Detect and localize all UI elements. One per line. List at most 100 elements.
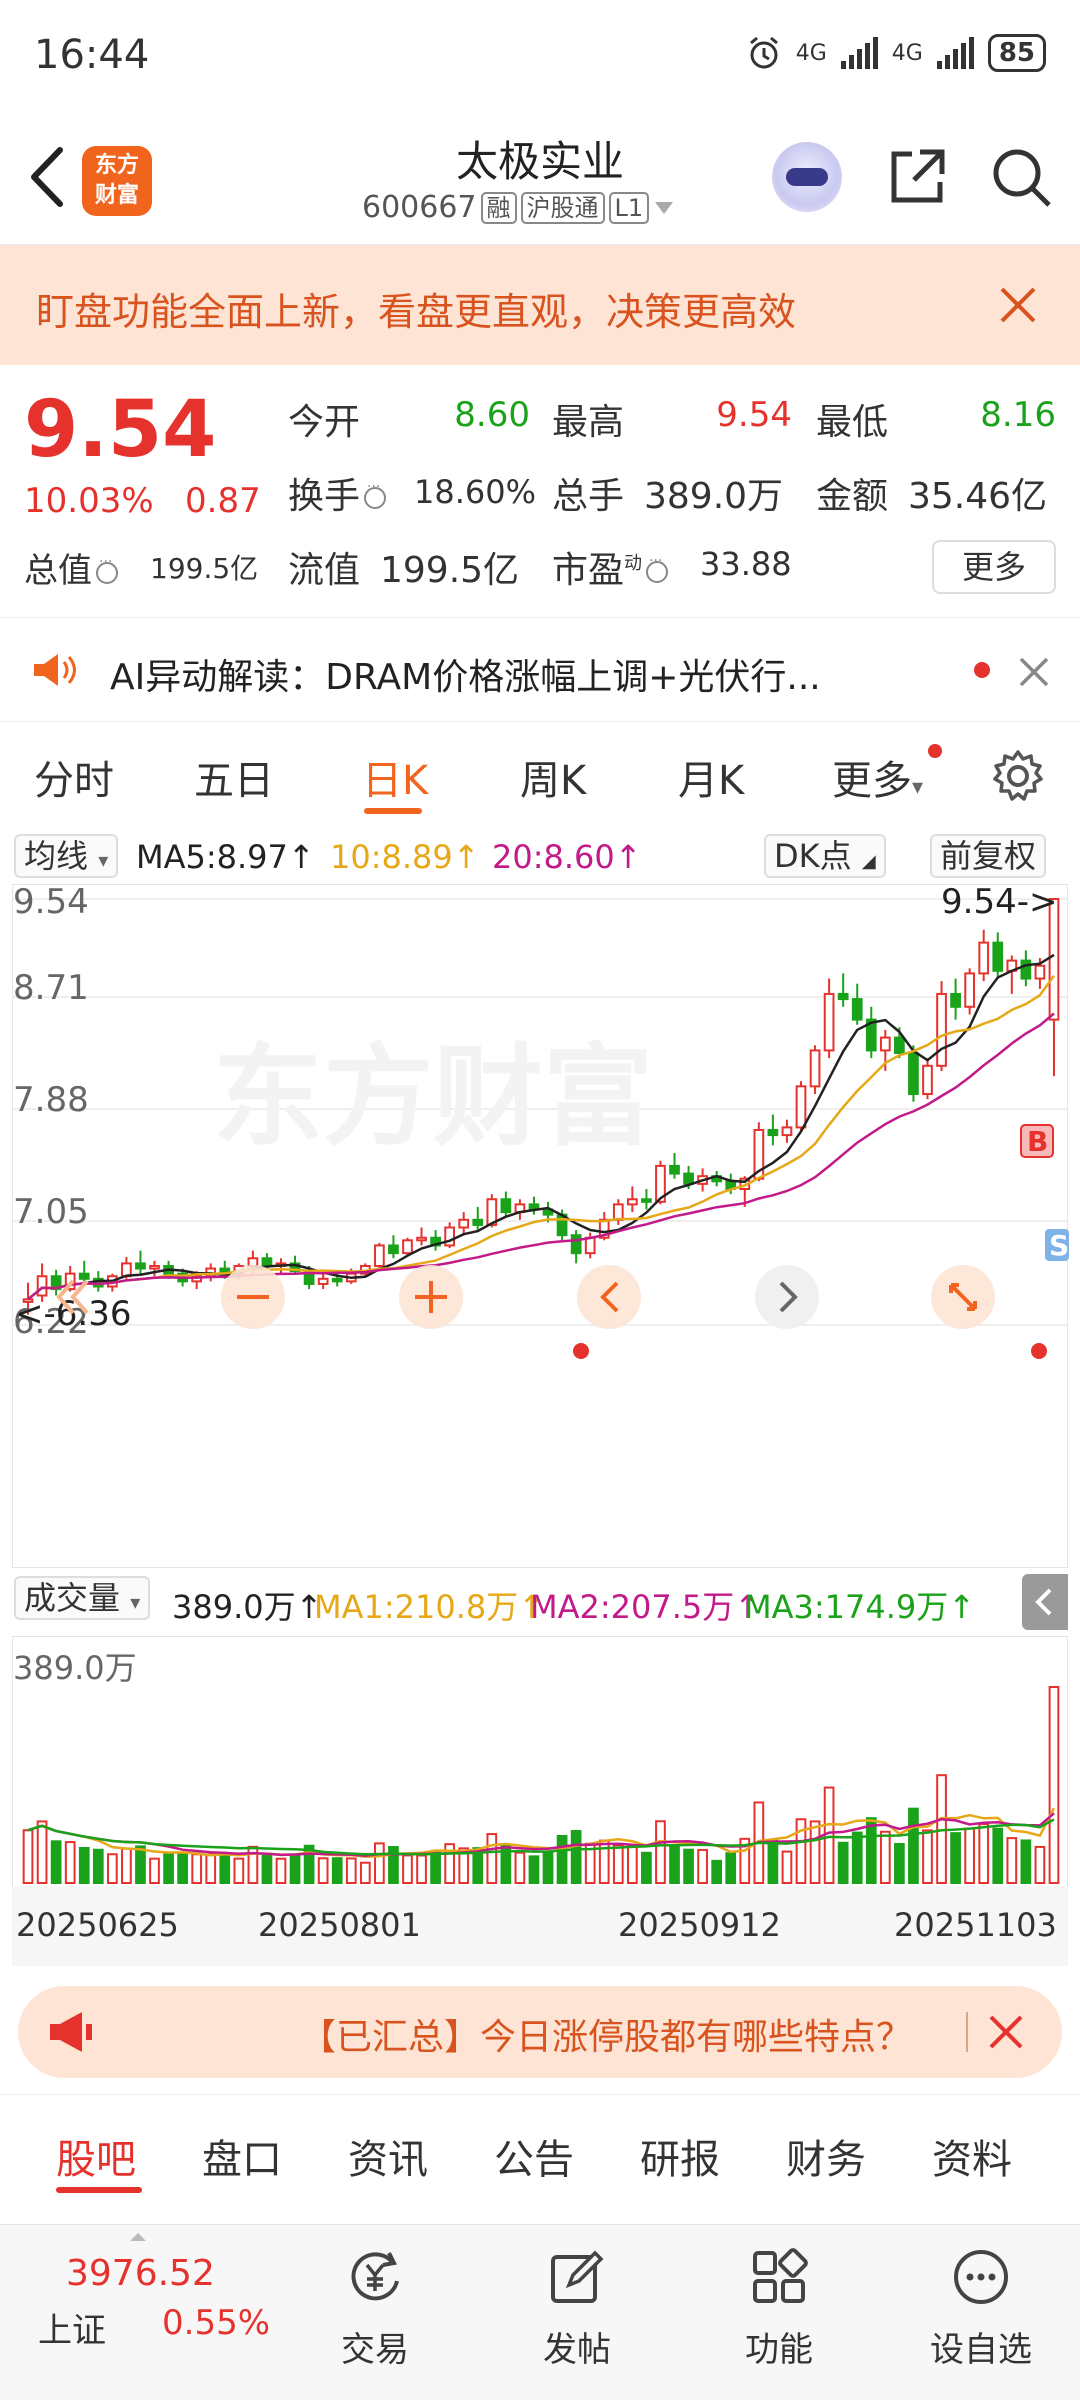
- tab-financials[interactable]: 财务: [786, 2127, 866, 2185]
- close-icon[interactable]: [986, 2012, 1026, 2052]
- current-price: 9.54: [24, 385, 217, 475]
- info-icon[interactable]: [646, 553, 669, 583]
- tab-five-day[interactable]: 五日: [194, 748, 274, 806]
- candle: [261, 1257, 273, 1267]
- tab-daily-k[interactable]: 日K: [362, 748, 428, 806]
- volume-bar: [697, 1848, 708, 1885]
- dk-point-button[interactable]: DK点 ◢: [764, 834, 886, 878]
- active-tab-indicator: [56, 2187, 142, 2193]
- candle: [584, 1236, 596, 1255]
- close-icon[interactable]: [1016, 654, 1052, 690]
- tab-monthly-k[interactable]: 月K: [678, 748, 744, 806]
- pe-superscript: 动: [624, 553, 643, 574]
- tab-profile[interactable]: 资料: [932, 2127, 1012, 2185]
- volume-bar: [556, 1835, 568, 1885]
- nav-post[interactable]: 发帖: [512, 2235, 642, 2371]
- candle: [669, 1164, 680, 1175]
- volume-bar: [374, 1842, 385, 1885]
- search-icon[interactable]: [988, 144, 1054, 210]
- volume-bar: [978, 1823, 990, 1885]
- volume-chart[interactable]: 389.0万: [12, 1636, 1068, 1886]
- zoom-in-button[interactable]: [399, 1265, 463, 1329]
- pe-label: 市盈动: [552, 541, 672, 593]
- stock-header: 东方 财富 太极实业 600667 融 沪股通 L1: [0, 120, 1080, 245]
- scroll-left-button[interactable]: [577, 1265, 641, 1329]
- info-icon[interactable]: [96, 554, 118, 584]
- news-ticker[interactable]: 【已汇总】今日涨停股都有哪些特点？: [18, 1986, 1062, 2078]
- event-dot: [1031, 1343, 1047, 1359]
- tab-research[interactable]: 研报: [640, 2127, 720, 2185]
- kline-chart[interactable]: 东方财富 9.54 8.71 7.88 7.05 6.22 9.54-> <-6…: [12, 882, 1069, 1568]
- tab-forum[interactable]: 股吧: [56, 2127, 136, 2185]
- zoom-out-button[interactable]: [221, 1265, 285, 1329]
- pe-value: 33.88: [700, 545, 792, 583]
- high-value: 9.54: [716, 395, 792, 435]
- volume-bar: [851, 1831, 863, 1884]
- tab-intraday[interactable]: 分时: [34, 748, 114, 806]
- close-icon[interactable]: [992, 279, 1044, 331]
- signal-icon-1: [840, 37, 878, 69]
- collapse-panel-button[interactable]: [1022, 1574, 1068, 1630]
- volume-value: 389.0万: [644, 476, 784, 517]
- candle: [936, 992, 947, 1067]
- volume-bar: [121, 1847, 132, 1884]
- candle: [964, 972, 976, 1008]
- amount-value: 35.46亿: [908, 476, 1048, 517]
- volume-bar: [641, 1851, 652, 1885]
- ai-insight-bar[interactable]: AI异动解读：DRAM价格涨幅上调+光伏行...: [0, 617, 1080, 722]
- nav-add-watchlist[interactable]: 设自选: [916, 2235, 1046, 2371]
- corner-icon: ◢: [861, 851, 876, 872]
- bottom-nav: 3976.52 上证 0.55% 交易 发帖 功能 设自选: [0, 2224, 1080, 2400]
- kline-svg: 东方财富 9.54 8.71 7.88 7.05 6.22 9.54-> <-6…: [13, 882, 1069, 1359]
- y-label-2: 8.71: [13, 968, 89, 1008]
- nav-functions[interactable]: 功能: [714, 2235, 844, 2371]
- candle: [331, 1277, 343, 1283]
- tab-announcements[interactable]: 公告: [494, 2127, 574, 2185]
- candle: [317, 1277, 329, 1285]
- volume-bar: [22, 1829, 34, 1884]
- volume-bar: [655, 1820, 666, 1885]
- volume-bar: [92, 1848, 104, 1884]
- volume-bar: [331, 1857, 343, 1884]
- sell-marker[interactable]: S: [1045, 1229, 1069, 1262]
- promo-banner[interactable]: 盯盘功能全面上新，看盘更直观，决策更高效: [0, 245, 1080, 365]
- index-value: 3976.52: [66, 2253, 215, 2294]
- volume-bar: [430, 1850, 441, 1885]
- news-ticker-text: 【已汇总】今日涨停股都有哪些特点？: [300, 2017, 913, 2058]
- gear-icon[interactable]: [990, 748, 1046, 804]
- date-label-4: 20251103: [894, 1906, 1057, 1944]
- fullscreen-button[interactable]: [931, 1265, 995, 1329]
- candle: [879, 1036, 891, 1052]
- info-icon[interactable]: [364, 479, 387, 509]
- volume-ma2: MA2:207.5万↑: [530, 1588, 762, 1626]
- scroll-right-button[interactable]: [755, 1265, 819, 1329]
- index-widget[interactable]: 3976.52 上证 0.55%: [0, 2225, 280, 2400]
- ma-selector[interactable]: 均线 ▾: [14, 834, 119, 878]
- assistant-robot-icon[interactable]: [772, 142, 842, 212]
- stock-code-row[interactable]: 600667 融 沪股通 L1: [362, 190, 675, 225]
- volume-bar: [570, 1830, 582, 1884]
- volume-bar: [177, 1853, 188, 1885]
- adjust-button[interactable]: 前复权: [930, 834, 1047, 878]
- nav-trade[interactable]: 交易: [310, 2235, 440, 2371]
- tab-order-book[interactable]: 盘口: [202, 2127, 282, 2185]
- low-value: 8.16: [980, 395, 1056, 435]
- dropdown-icon: ▾: [98, 848, 109, 872]
- tab-more[interactable]: 更多▾: [832, 748, 923, 806]
- tab-news[interactable]: 资讯: [348, 2127, 428, 2185]
- candle: [570, 1234, 582, 1255]
- amount-label: 金额: [816, 476, 889, 517]
- tab-weekly-k[interactable]: 周K: [520, 748, 586, 806]
- volume-selector[interactable]: 成交量 ▾: [14, 1576, 151, 1620]
- candle: [458, 1218, 470, 1229]
- nav-add-watchlist-label: 设自选: [930, 2330, 1032, 2370]
- buy-marker[interactable]: B: [1020, 1124, 1054, 1158]
- candle: [500, 1198, 512, 1214]
- volume-max-label: 389.0万: [13, 1649, 137, 1687]
- chart-period-tabs: 分时 五日 日K 周K 月K 更多▾: [0, 722, 1080, 830]
- total-value-label-text: 总值: [24, 551, 92, 591]
- dk-label: DK点: [774, 837, 852, 875]
- more-button[interactable]: 更多: [932, 540, 1056, 594]
- dropdown-icon: ▾: [130, 1590, 141, 1614]
- share-icon[interactable]: [884, 144, 950, 210]
